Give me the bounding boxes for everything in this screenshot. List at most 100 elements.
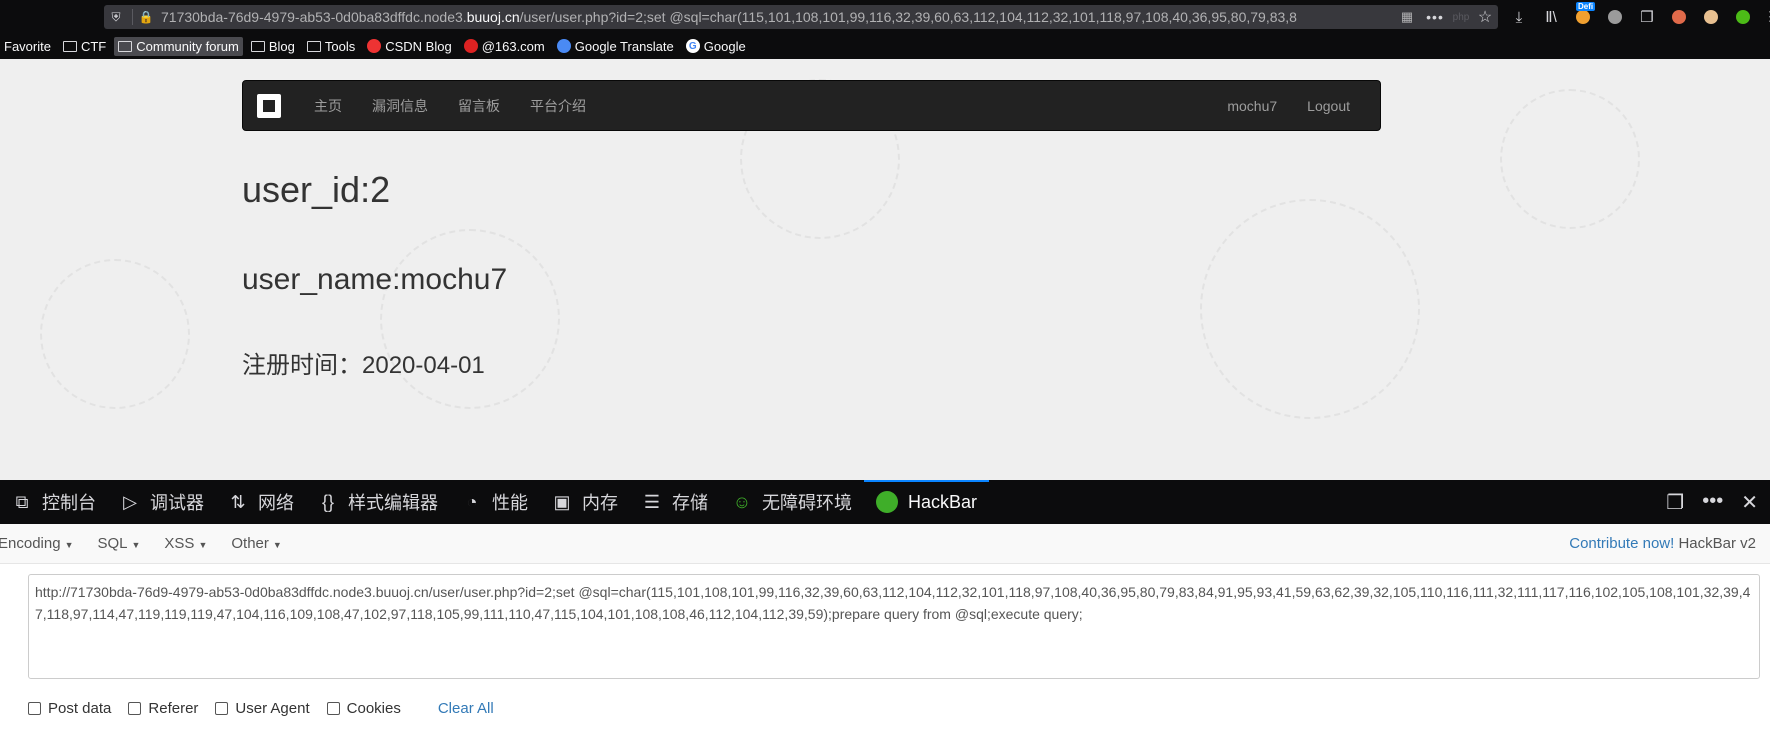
debugger-icon: ▷ (123, 491, 137, 512)
extension-face-icon[interactable] (1700, 6, 1722, 28)
extension-toggle-icon[interactable] (1732, 6, 1754, 28)
nav-about[interactable]: 平台介绍 (515, 96, 601, 116)
cookies-option[interactable]: Cookies (326, 700, 401, 717)
web-page: 主页 漏洞信息 留言板 平台介绍 mochu7 Logout user_id:2… (0, 59, 1770, 480)
menu-xss[interactable]: XSS ▼ (152, 535, 219, 552)
more-options-icon[interactable]: ••• (1702, 490, 1723, 515)
post-data-option[interactable]: Post data (28, 700, 111, 717)
menu-other[interactable]: Other ▼ (219, 535, 293, 552)
tab-memory[interactable]: ▣ 内存 (540, 480, 630, 524)
bookmark-item[interactable]: Favorite (0, 37, 55, 56)
folder-icon (62, 40, 77, 52)
tab-hackbar[interactable]: HackBar (864, 480, 990, 524)
network-icon: ⇅ (230, 491, 246, 512)
user-agent-checkbox[interactable] (215, 702, 229, 715)
clear-all-button[interactable]: Clear All (438, 700, 494, 717)
address-bar[interactable]: ⛨ 🔒 71730bda-76d9-4979-ab53-0d0ba83dffdc… (104, 5, 1498, 29)
qr-code-icon[interactable]: ▦ (1394, 9, 1420, 25)
tab-style-editor[interactable]: {} 样式编辑器 (306, 480, 450, 524)
bookmark-label: Community forum (136, 38, 239, 54)
folder-icon (118, 40, 133, 52)
hackbar-options: Post data Referer User Agent Cookies Cle… (28, 700, 494, 717)
bookmark-label: Tools (324, 38, 356, 54)
divider (132, 9, 133, 25)
referer-checkbox[interactable] (128, 702, 142, 715)
menu-sql[interactable]: SQL ▼ (85, 535, 152, 552)
nav-guestbook[interactable]: 留言板 (443, 96, 515, 116)
contribute-link[interactable]: Contribute now! (1569, 535, 1674, 552)
referer-option[interactable]: Referer (128, 700, 198, 717)
user-agent-option[interactable]: User Agent (215, 700, 310, 717)
memory-icon: ▣ (553, 491, 571, 512)
accessibility-icon: ☺ (732, 491, 752, 512)
chevron-down-icon: ▼ (131, 540, 141, 550)
translate-icon (556, 39, 571, 53)
background-gear (1500, 89, 1640, 229)
nav-logout[interactable]: Logout (1292, 98, 1380, 114)
url-text[interactable]: 71730bda-76d9-4979-ab53-0d0ba83dffdc.nod… (155, 9, 1394, 25)
folder-icon (250, 40, 265, 52)
netease-icon (463, 39, 478, 53)
hackbar-url-textarea[interactable]: http://71730bda-76d9-4979-ab53-0d0ba83df… (28, 574, 1760, 679)
tab-console[interactable]: ⧉ 控制台 (0, 480, 108, 524)
cookies-checkbox[interactable] (326, 702, 340, 715)
bookmark-item[interactable]: Blog (247, 37, 299, 56)
background-gear (380, 229, 560, 409)
insecure-lock-icon[interactable]: 🔒 (137, 8, 155, 26)
hackbar-icon (876, 491, 898, 513)
bookmark-item[interactable]: Tools (303, 37, 359, 56)
tab-performance[interactable]: ◔ 性能 (450, 480, 540, 524)
performance-icon: ◔ (466, 491, 478, 512)
hackbar-panel: Encoding ▼ SQL ▼ XSS ▼ Other ▼ Contribute no… (0, 524, 1770, 756)
bookmark-label: Google (703, 38, 746, 54)
extension-defi-icon[interactable]: Defi (1572, 2, 1596, 28)
bookmark-item[interactable]: Google Translate (553, 37, 678, 56)
devtools-tabbar: ⧉ 控制台 ▷ 调试器 ⇅ 网络 {} 样式编辑器 ◔ 性能 ▣ 内存 ☰ 存储 ☺ 无障碍环境… (0, 480, 1770, 524)
pocket-icon[interactable]: php (1450, 12, 1472, 23)
bookmark-label: Blog (268, 38, 295, 54)
extension-gear-icon[interactable] (1604, 6, 1626, 28)
bookmarks-bar: Favorite CTF Community forum Blog Tools CSDN … (0, 33, 1770, 59)
site-logo[interactable] (257, 93, 281, 118)
dock-side-icon[interactable]: ❐ (1666, 490, 1684, 515)
csdn-icon (367, 39, 382, 53)
downloads-icon[interactable]: ⤓ (1508, 6, 1530, 28)
post-data-checkbox[interactable] (28, 702, 41, 715)
bookmark-label: Google Translate (574, 38, 674, 54)
google-icon: G (685, 39, 700, 53)
screenshot-icon[interactable]: ❒ (1636, 6, 1658, 28)
menu-encoding[interactable]: Encoding ▼ (0, 535, 85, 552)
chevron-down-icon: ▼ (272, 540, 282, 550)
page-actions-icon[interactable]: ••• (1420, 9, 1450, 25)
chevron-down-icon: ▼ (198, 540, 208, 550)
tab-debugger[interactable]: ▷ 调试器 (108, 480, 216, 524)
bookmark-item[interactable]: G Google (682, 37, 750, 56)
bookmark-label: Favorite (4, 38, 51, 54)
nav-home[interactable]: 主页 (299, 96, 357, 116)
nav-vulns[interactable]: 漏洞信息 (357, 96, 443, 116)
bookmark-item[interactable]: CSDN Blog (363, 37, 455, 56)
bookmark-item[interactable]: Community forum (114, 36, 243, 56)
hackbar-menu: Encoding ▼ SQL ▼ XSS ▼ Other ▼ Contribute no… (0, 524, 1770, 564)
library-icon[interactable]: Ⅱ\ (1540, 6, 1562, 28)
extension-avatar-icon[interactable] (1668, 6, 1690, 28)
menu-hamburger-icon[interactable]: ☰ (1764, 6, 1770, 28)
bookmark-item[interactable]: CTF (59, 37, 110, 56)
hackbar-version: HackBar v2 (1678, 535, 1756, 552)
site-navbar: 主页 漏洞信息 留言板 平台介绍 mochu7 Logout (242, 80, 1381, 131)
tab-network[interactable]: ⇅ 网络 (216, 480, 306, 524)
storage-icon: ☰ (643, 491, 661, 512)
bookmark-label: @163.com (481, 38, 545, 54)
close-devtools-icon[interactable]: ✕ (1741, 490, 1758, 515)
register-time-heading: 注册时间：2020-04-01 (242, 352, 485, 379)
bookmark-star-icon[interactable]: ☆ (1472, 7, 1498, 27)
chevron-down-icon: ▼ (64, 540, 74, 550)
style-editor-icon: {} (321, 491, 335, 512)
bookmark-item[interactable]: @163.com (460, 37, 549, 56)
user-name-heading: user_name:mochu7 (242, 263, 508, 296)
tracking-shield-icon[interactable]: ⛨ (104, 5, 128, 29)
nav-username[interactable]: mochu7 (1212, 98, 1292, 114)
tab-accessibility[interactable]: ☺ 无障碍环境 (720, 480, 864, 524)
tab-storage[interactable]: ☰ 存储 (630, 480, 720, 524)
background-gear (40, 259, 190, 409)
